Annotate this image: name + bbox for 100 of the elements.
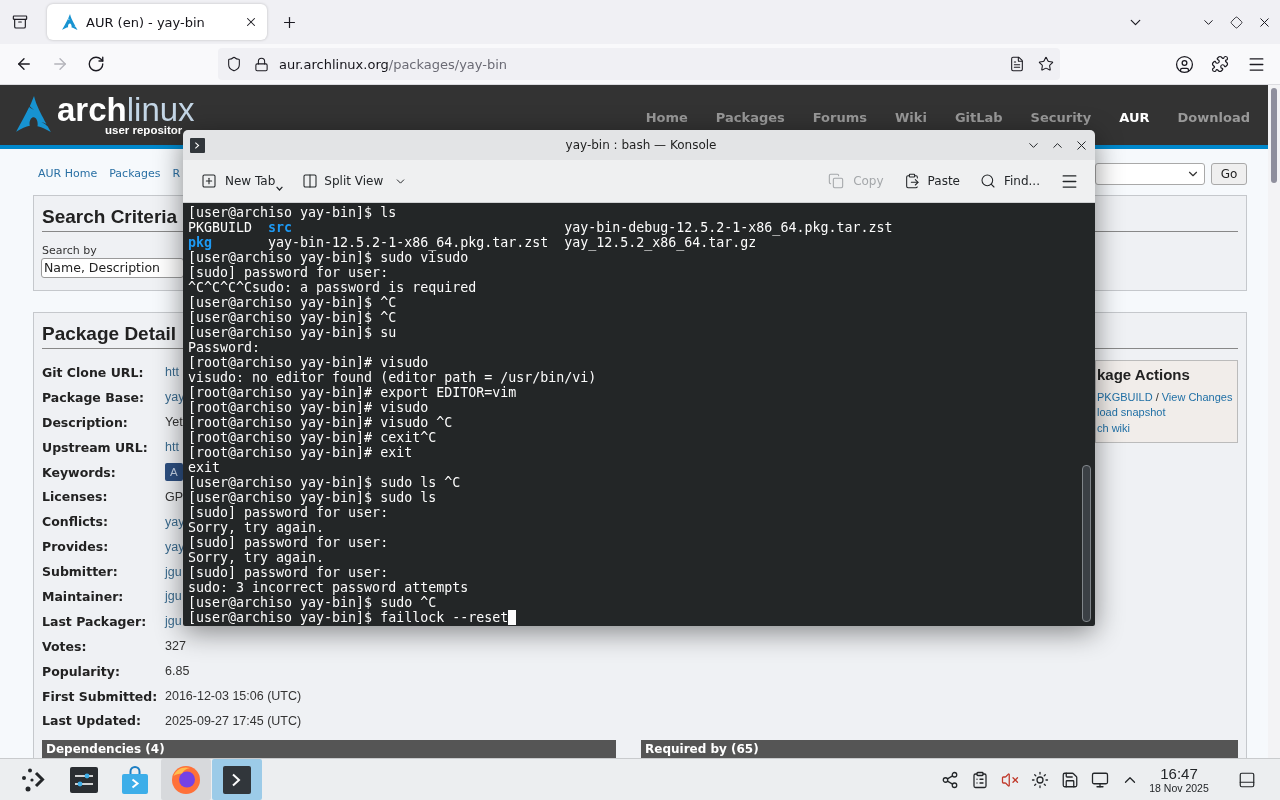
brightness-icon[interactable] [1031, 770, 1049, 789]
lock-icon[interactable] [254, 56, 269, 72]
terminal-line: visudo: no editor found (editor path = /usr/bin/vi) [188, 370, 597, 385]
terminal-line: [user@archiso yay-bin]$ ^C [188, 295, 397, 310]
clock-time[interactable]: 16:47 [1160, 764, 1198, 782]
detail-value: Yet [165, 415, 183, 430]
action-link[interactable]: ch wiki [1097, 420, 1130, 435]
document-icon[interactable] [1009, 56, 1025, 72]
nav-link[interactable]: Download [1177, 110, 1250, 126]
terminal-line: [sudo] password for user: [188, 535, 389, 550]
terminal-line: exit [188, 460, 221, 475]
terminal-line: [user@archiso yay-bin]$ sudo ^C [188, 595, 437, 610]
sliders-icon [70, 766, 98, 793]
select-field[interactable]: Name, Description [41, 258, 184, 278]
logo-icon[interactable] [16, 96, 52, 132]
action-link[interactable]: View Changes [1161, 389, 1233, 404]
nav-link[interactable]: AUR [1119, 110, 1150, 126]
file-name: yay_12.5.2_x86_64.tar.gz [564, 235, 757, 250]
detail-link[interactable]: jgu [165, 564, 182, 579]
field-label: First Submitted: [42, 688, 158, 704]
command-line[interactable]: [user@archiso yay-bin]$ faillock --reset [188, 610, 509, 625]
clipboard-icon[interactable] [971, 770, 989, 789]
star-icon[interactable] [1038, 56, 1054, 72]
shield-icon[interactable] [226, 56, 242, 72]
detail-link[interactable]: htt [165, 365, 179, 380]
logo-icon [62, 14, 78, 30]
detail-value: 327 [165, 639, 186, 654]
go-button[interactable]: Go [1211, 162, 1247, 185]
separator-text: / [1155, 389, 1159, 404]
url-text[interactable]: aur.archlinux.org/packages/yay-bin [279, 56, 508, 72]
new-tab-button[interactable]: New Tab [197, 166, 288, 196]
menu-link[interactable]: Packages [109, 167, 161, 180]
section-header: Required by (65) [641, 739, 1238, 758]
terminal-line: [root@archiso yay-bin]# visudo [188, 355, 429, 370]
panel-bottom-icon [1238, 770, 1256, 789]
field-label: Conflicts: [42, 514, 109, 530]
archive-box-icon [12, 14, 28, 30]
new-tab-icon [201, 173, 217, 189]
field-label: Provides: [42, 539, 109, 555]
menu-link[interactable]: AUR Home [38, 167, 98, 180]
menu-link[interactable]: R [172, 167, 181, 180]
browser-icon [172, 765, 200, 794]
nav-link[interactable]: Security [1030, 110, 1092, 126]
action-link[interactable]: load snapshot [1097, 405, 1166, 420]
field-label: Description: [42, 414, 128, 430]
file-name: PKGBUILD [188, 220, 253, 235]
address-field[interactable]: aur.archlinux.org/packages/yay-bin [218, 48, 1060, 80]
find-button[interactable]: Find... [975, 166, 1044, 196]
terminal-line: [root@archiso yay-bin]# export EDITOR=vim [188, 385, 517, 400]
split-view-button[interactable]: Split View [298, 166, 412, 196]
share-icon[interactable] [941, 770, 959, 789]
browser-tab[interactable]: AUR (en) - yay-bin [47, 4, 267, 40]
terminal-line: sudo: 3 incorrect password attempts [188, 580, 469, 595]
keyword-tag[interactable]: A [165, 463, 183, 481]
speaker-muted-icon[interactable] [1001, 770, 1019, 789]
arrow-right-icon [51, 55, 69, 73]
logo-wordmark[interactable]: archlinux [57, 96, 195, 124]
detail-value: 2016-12-03 15:06 (UTC) [165, 689, 302, 703]
field-label: Submitter: [42, 564, 118, 580]
terminal-line: [user@archiso yay-bin]$ sudo ls ^C [188, 475, 461, 490]
field-label: Package Base: [42, 389, 145, 405]
clock-date[interactable]: 18 Nov 2025 [1149, 781, 1209, 795]
puzzle-icon [1211, 55, 1229, 73]
nav-link[interactable]: GitLab [954, 110, 1003, 126]
close-icon [244, 15, 258, 29]
field-label: Git Clone URL: [42, 364, 144, 380]
field-label: Last Packager: [42, 613, 147, 629]
select-field[interactable] [1095, 162, 1205, 185]
split-view-icon [302, 173, 319, 189]
nav-link[interactable]: Home [645, 110, 688, 126]
reload-icon [87, 55, 105, 73]
diamond-icon [1229, 15, 1243, 29]
field-label: Popularity: [42, 663, 120, 679]
monitor-icon[interactable] [1091, 770, 1109, 789]
app-launcher-icon [21, 767, 45, 792]
directory-name: pkg [188, 235, 213, 250]
scrollbar-thumb[interactable] [1271, 88, 1277, 183]
action-link[interactable]: PKGBUILD [1097, 389, 1153, 404]
nav-link[interactable]: Packages [715, 110, 785, 126]
detail-value: GP [165, 489, 184, 504]
terminal-line: Password: [188, 340, 261, 355]
field-label: Last Updated: [42, 713, 142, 729]
paste-button[interactable]: Paste [899, 166, 964, 196]
scrollbar-thumb[interactable] [1082, 465, 1091, 622]
directory-name: src [268, 220, 293, 235]
field-label: Maintainer: [42, 588, 124, 604]
taskbar-button[interactable] [212, 759, 262, 800]
terminal-line: [sudo] password for user: [188, 565, 389, 580]
detail-link[interactable]: jgu [165, 614, 182, 629]
nav-link[interactable]: Wiki [895, 110, 927, 126]
logo-tagline: user repositor [105, 125, 183, 136]
save-icon[interactable] [1061, 770, 1079, 789]
detail-link[interactable]: jgu [165, 589, 182, 604]
terminal-line: [user@archiso yay-bin]$ su [188, 325, 397, 340]
detail-link[interactable]: htt [165, 440, 179, 455]
terminal-icon[interactable] [190, 137, 205, 153]
box-title: kage Actions [1097, 366, 1190, 384]
nav-link[interactable]: Forums [812, 110, 867, 126]
terminal-line: [root@archiso yay-bin]# visudo [188, 400, 429, 415]
terminal-line: ^C^C^C^Csudo: a password is required [188, 280, 477, 295]
